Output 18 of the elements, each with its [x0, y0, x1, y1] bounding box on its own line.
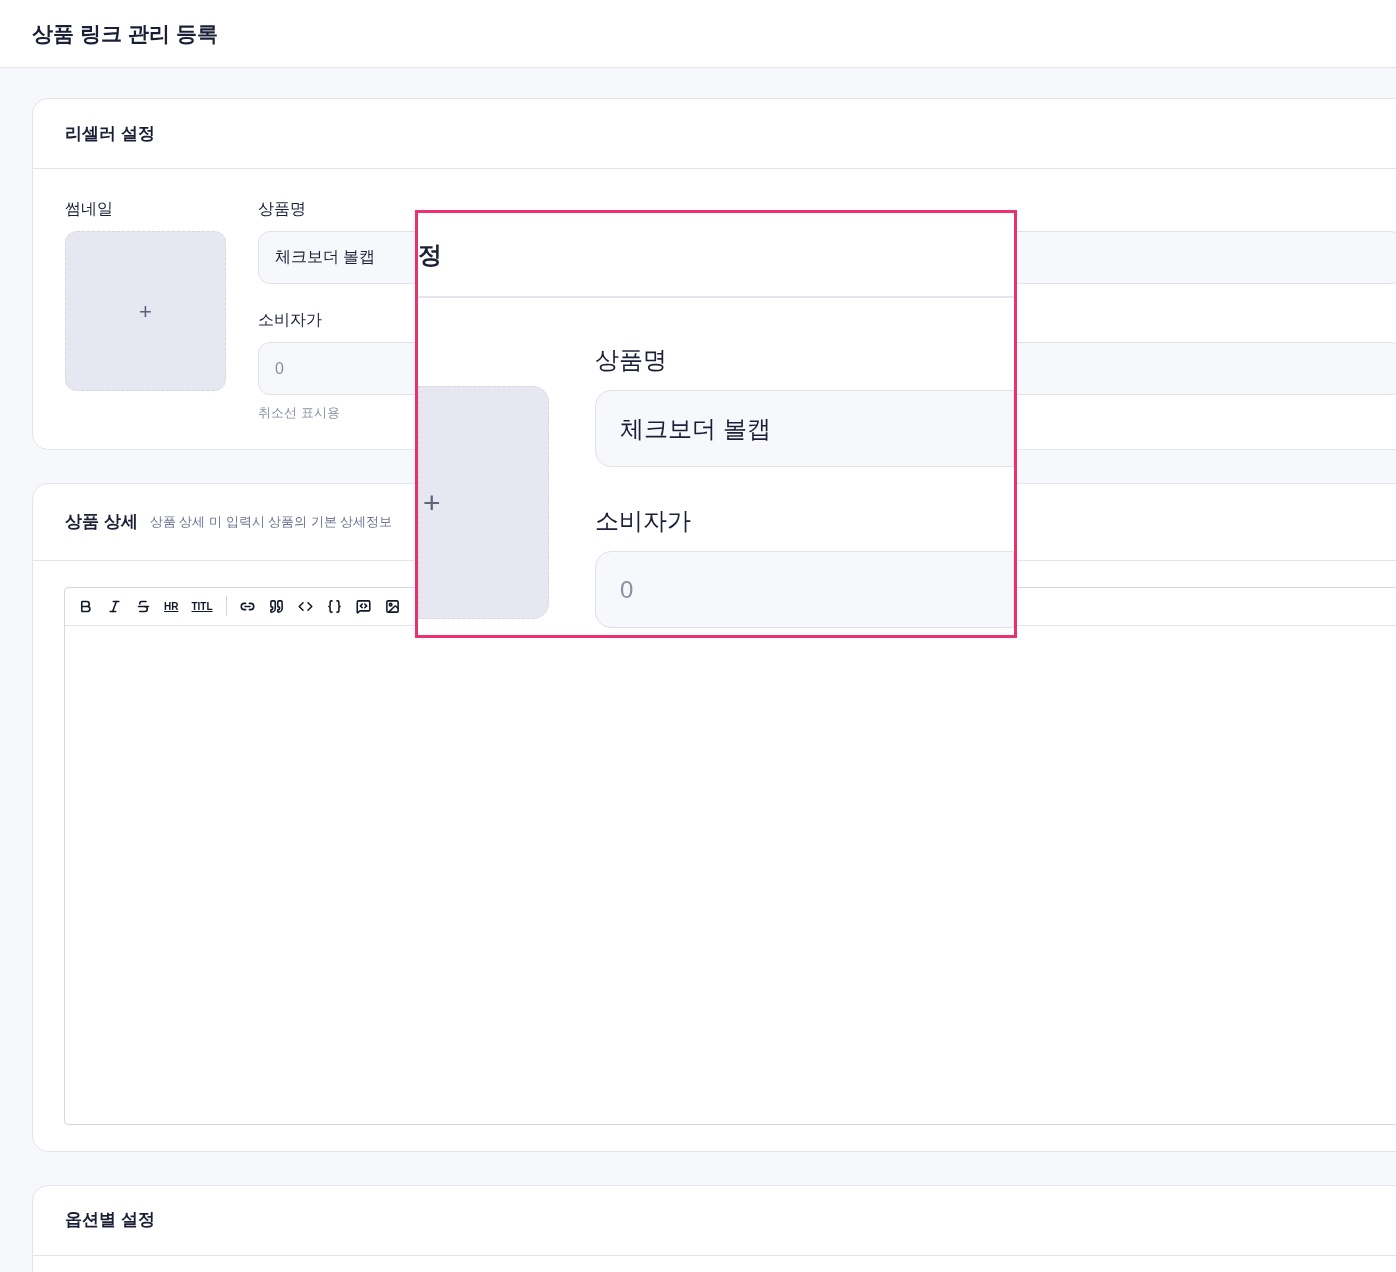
product-name-field[interactable]: 체크보더 볼캡	[595, 390, 1014, 467]
thumbnail-upload[interactable]: +	[418, 386, 549, 619]
field-label: 상품명	[595, 345, 668, 375]
page-title: 상품 링크 관리 등록	[32, 20, 218, 47]
toolbar-button[interactable]: HR	[160, 594, 183, 618]
field-hint: 취소선 표시용	[258, 404, 341, 422]
section-hint: 상품 상세 미 입력시 상품의 기본 상세정보	[149, 512, 393, 531]
toolbar-button[interactable]: TITL	[187, 594, 217, 618]
thumbnail-upload[interactable]: +	[65, 231, 226, 391]
field-label: 썸네일	[65, 199, 114, 219]
field-label: 소비자가	[258, 310, 323, 330]
field-label: 상품명	[258, 199, 307, 219]
section-title: 정	[418, 239, 442, 270]
price-field[interactable]: 0	[595, 551, 1014, 628]
field-label: 소비자가	[595, 506, 692, 536]
section-title: 리셀러 설정	[65, 122, 155, 145]
section-title: 옵션별 설정	[65, 1209, 155, 1232]
section-title: 상품 상세	[65, 510, 138, 533]
